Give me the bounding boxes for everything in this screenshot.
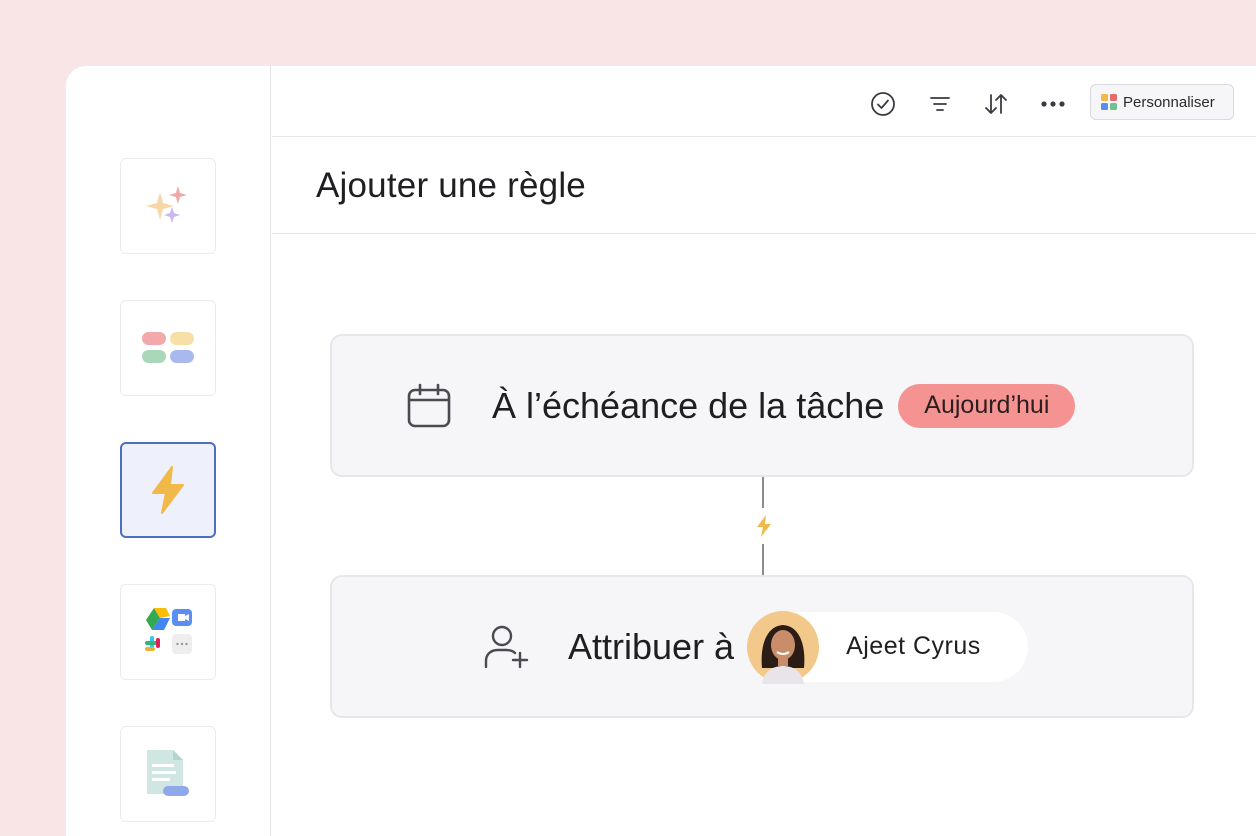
mark-complete-button[interactable]: [868, 89, 898, 119]
fields-icon: [142, 332, 194, 363]
avatar: [747, 610, 820, 684]
action-row: Attribuer à Ajeet Cyrus: [482, 577, 1029, 716]
sidebar-item-templates[interactable]: [120, 726, 216, 822]
connector-line-top: [762, 477, 764, 509]
toolbar: Personnaliser: [272, 66, 1256, 137]
filter-icon: [930, 97, 950, 111]
page-title: Ajouter une règle: [316, 166, 586, 205]
sidebar-item-ai[interactable]: [120, 158, 216, 254]
app-window: Personnaliser Ajouter une règle À l’éché…: [66, 66, 1256, 836]
assignee-chip[interactable]: Ajeet Cyrus: [747, 610, 1029, 684]
due-date-badge[interactable]: Aujourd’hui: [898, 383, 1076, 428]
sidebar-item-fields[interactable]: [120, 300, 216, 396]
sort-button[interactable]: [981, 89, 1011, 119]
main-panel: Personnaliser Ajouter une règle À l’éché…: [272, 66, 1256, 836]
customize-icon: [1101, 94, 1117, 110]
personalize-button[interactable]: Personnaliser: [1090, 84, 1234, 120]
sidebar-item-rules[interactable]: [120, 442, 216, 538]
trigger-row: À l’échéance de la tâche Aujourd’hui: [406, 336, 1076, 475]
connector-line-bottom: [762, 544, 764, 576]
lightning-icon: [152, 466, 184, 514]
assignee-name: Ajeet Cyrus: [846, 632, 981, 660]
apps-icon: [145, 608, 192, 654]
add-user-icon: [484, 625, 529, 668]
more-icon: [1041, 101, 1065, 107]
action-text: Attribuer à: [568, 625, 735, 667]
trigger-text: À l’échéance de la tâche: [492, 384, 885, 426]
sparkle-icon: [146, 186, 187, 223]
lightning-icon: [757, 515, 771, 537]
more-options-button[interactable]: [1038, 89, 1068, 119]
sidebar-item-integrations[interactable]: [120, 584, 216, 680]
action-card[interactable]: Attribuer à Ajeet Cyrus: [330, 575, 1194, 718]
filter-button[interactable]: [925, 89, 955, 119]
check-circle-icon: [871, 92, 895, 116]
document-icon: [147, 750, 189, 796]
personalize-label: Personnaliser: [1123, 93, 1215, 111]
calendar-icon: [407, 383, 451, 427]
sidebar: [66, 66, 271, 836]
connector-bolt: [746, 508, 782, 544]
trigger-card[interactable]: À l’échéance de la tâche Aujourd’hui: [330, 334, 1194, 477]
sort-icon: [985, 94, 1007, 114]
